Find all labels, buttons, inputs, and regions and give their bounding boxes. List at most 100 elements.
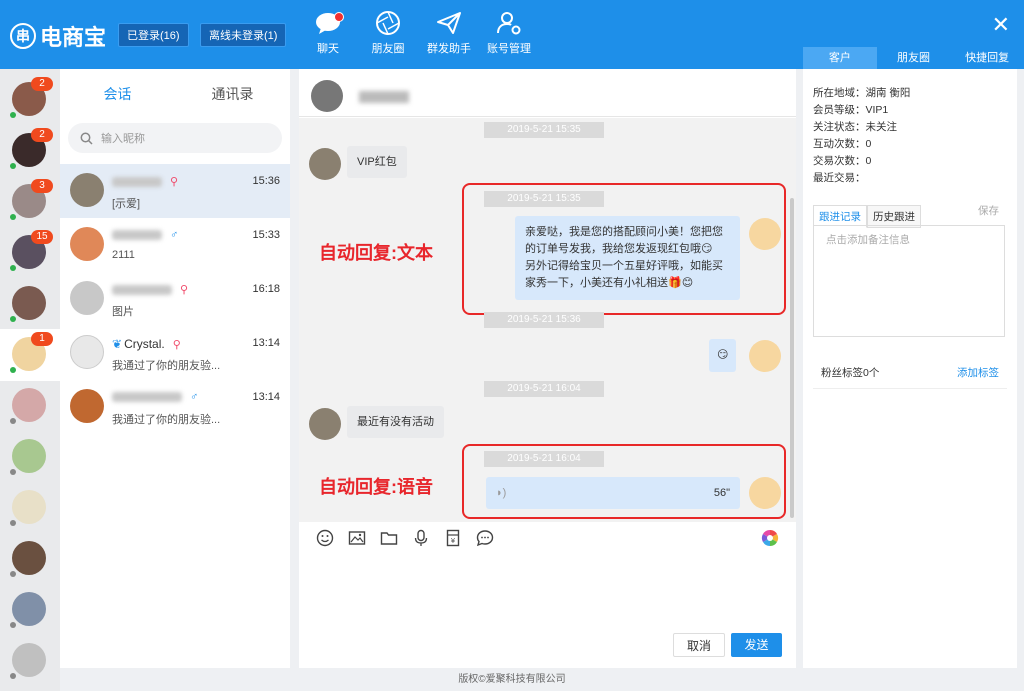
account-avatar-item[interactable]: 2 xyxy=(0,74,60,126)
contact-avatar xyxy=(309,408,341,440)
conversation-preview: 2111 xyxy=(112,249,135,261)
online-status-dot xyxy=(10,112,16,118)
account-avatar-item[interactable] xyxy=(0,380,60,432)
image-button[interactable] xyxy=(341,526,373,550)
account-avatar-item[interactable]: 2 xyxy=(0,125,60,177)
speech-bubble-icon xyxy=(476,530,494,547)
avatar xyxy=(12,541,46,575)
account-avatar-item[interactable] xyxy=(0,278,60,330)
conversation-item[interactable]: ❦ Crystal. ⚲ 13:14 我通过了你的朋友验... xyxy=(60,326,290,380)
region-value: 湖南 衡阳 xyxy=(865,87,911,99)
message-line: 家秀一下，小美还有小礼相送🎁😊 xyxy=(525,277,694,289)
my-avatar xyxy=(749,218,781,250)
message-line: 的订单号发我，我给您发返现红包哦😏 xyxy=(525,243,713,255)
conversation-item[interactable]: ⚲ 15:36 [示爱] xyxy=(60,164,290,218)
red-packet-button[interactable]: ¥ xyxy=(437,526,469,550)
account-avatar-item[interactable]: 3 xyxy=(0,176,60,228)
fans-tag-row: 粉丝标签0个 添加标签 xyxy=(813,365,1007,389)
conversation-list: ⚲ 15:36 [示爱] ♂ 15:33 2111 ⚲ 16:18 图片 ❦ Cr… xyxy=(60,164,290,434)
paper-plane-icon xyxy=(437,12,461,34)
cancel-button[interactable]: 取消 xyxy=(673,633,725,657)
timestamp: 2019-5-21 15:35 xyxy=(484,122,604,138)
add-tag-button[interactable]: 添加标签 xyxy=(957,365,999,388)
nav-chat[interactable]: 聊天 xyxy=(298,10,358,56)
nav-broadcast[interactable]: 群发助手 xyxy=(419,10,479,56)
info-interact: 互动次数：0 xyxy=(813,138,872,150)
conversation-preview: [示爱] xyxy=(112,198,141,210)
save-button[interactable]: 保存 xyxy=(978,203,999,218)
nav-moments[interactable]: 朋友圈 xyxy=(358,10,418,56)
avatar xyxy=(70,335,104,369)
message-line: 另外记得给宝贝一个五星好评哦，如能买 xyxy=(525,260,723,272)
message-bubble-emoji: 😏 xyxy=(709,339,737,372)
online-status-dot xyxy=(10,316,16,322)
close-icon[interactable]: ✕ xyxy=(992,12,1010,38)
folder-icon xyxy=(380,532,398,545)
my-avatar xyxy=(749,477,781,509)
chat-panel: 2019-5-21 15:35 VIP红包 2019-5-21 15:35 亲爱… xyxy=(299,69,796,668)
send-button[interactable]: 发送 xyxy=(731,633,782,657)
conversation-item[interactable]: ⚲ 16:18 图片 xyxy=(60,272,290,326)
avatar xyxy=(70,227,104,261)
tab-moments[interactable]: 朋友圈 xyxy=(877,47,951,69)
unread-badge: 2 xyxy=(31,77,53,91)
contact-name-blurred xyxy=(112,392,182,402)
contact-name-blurred xyxy=(112,284,172,295)
color-wheel-button[interactable] xyxy=(754,526,786,550)
chat-toolbar: ¥ xyxy=(299,522,796,554)
quick-reply-button[interactable] xyxy=(469,526,501,550)
info-region: 所在地域：湖南 衡阳 xyxy=(813,87,911,99)
unread-badge: 3 xyxy=(31,179,53,193)
message-bubble: VIP红包 xyxy=(347,146,407,178)
conversation-tabs: 会话 通讯录 xyxy=(60,69,290,119)
account-avatar-item[interactable] xyxy=(0,431,60,483)
tab-contacts[interactable]: 通讯录 xyxy=(175,69,290,119)
logged-in-button[interactable]: 已登录(16) xyxy=(118,23,189,47)
voice-message-bubble[interactable]: ◗) 56" xyxy=(486,477,740,509)
conversation-item[interactable]: ♂ 13:14 我通过了你的朋友验... xyxy=(60,380,290,434)
conversation-preview: 我通过了你的朋友验... xyxy=(112,414,221,426)
voice-wave-icon: ◗) xyxy=(496,487,507,499)
online-status-dot xyxy=(10,418,16,424)
account-avatar-item[interactable] xyxy=(0,482,60,534)
message-area[interactable]: 2019-5-21 15:35 VIP红包 2019-5-21 15:35 亲爱… xyxy=(299,118,796,522)
conversation-time: 16:18 xyxy=(252,283,280,295)
online-status-dot xyxy=(10,367,16,373)
online-status-dot xyxy=(10,265,16,271)
info-last-trade: 最近交易： xyxy=(813,172,866,184)
conversation-preview: 图片 xyxy=(112,306,134,318)
customer-info-panel: 所在地域：湖南 衡阳 会员等级：VIP1 关注状态：未关注 互动次数：0 交易次… xyxy=(803,69,1017,668)
avatar xyxy=(12,439,46,473)
file-button[interactable] xyxy=(373,526,405,550)
gender-icon: ⚲ xyxy=(172,338,181,351)
tab-customer[interactable]: 客户 xyxy=(803,47,877,69)
avatar xyxy=(12,388,46,422)
offline-button[interactable]: 离线未登录(1) xyxy=(200,23,287,47)
chat-header xyxy=(299,69,796,117)
conversation-item[interactable]: ♂ 15:33 2111 xyxy=(60,218,290,272)
contact-avatar xyxy=(309,148,341,180)
account-avatar-item[interactable] xyxy=(0,533,60,585)
account-avatar-item[interactable]: 1 xyxy=(0,329,60,381)
note-input[interactable]: 点击添加备注信息 xyxy=(813,225,1005,337)
unread-badge: 2 xyxy=(31,128,53,142)
tab-sessions[interactable]: 会话 xyxy=(60,69,175,119)
info-follow: 关注状态：未关注 xyxy=(813,121,897,133)
online-status-dot xyxy=(10,571,16,577)
account-avatar-item[interactable] xyxy=(0,584,60,636)
search-input[interactable]: 输入昵称 xyxy=(68,123,282,153)
info-level: 会员等级：VIP1 xyxy=(813,104,889,116)
nav-chat-label: 聊天 xyxy=(317,43,339,55)
chat-scrollbar[interactable] xyxy=(790,198,794,518)
nav-account[interactable]: 账号管理 xyxy=(479,10,539,56)
emoji-button[interactable] xyxy=(309,526,341,550)
message-bubble-auto-text: 亲爱哒，我是您的搭配顾问小美！您把您 的订单号发我，我给您发返现红包哦😏 另外记… xyxy=(515,216,740,300)
conversation-time: 15:33 xyxy=(252,229,280,241)
nav-account-label: 账号管理 xyxy=(487,43,531,55)
tab-quick-reply[interactable]: 快捷回复 xyxy=(950,47,1024,69)
avatar xyxy=(70,173,104,207)
account-avatar-item[interactable]: 15 xyxy=(0,227,60,279)
avatar xyxy=(70,281,104,315)
message-bubble: 最近有没有活动 xyxy=(347,406,444,438)
voice-button[interactable] xyxy=(405,526,437,550)
